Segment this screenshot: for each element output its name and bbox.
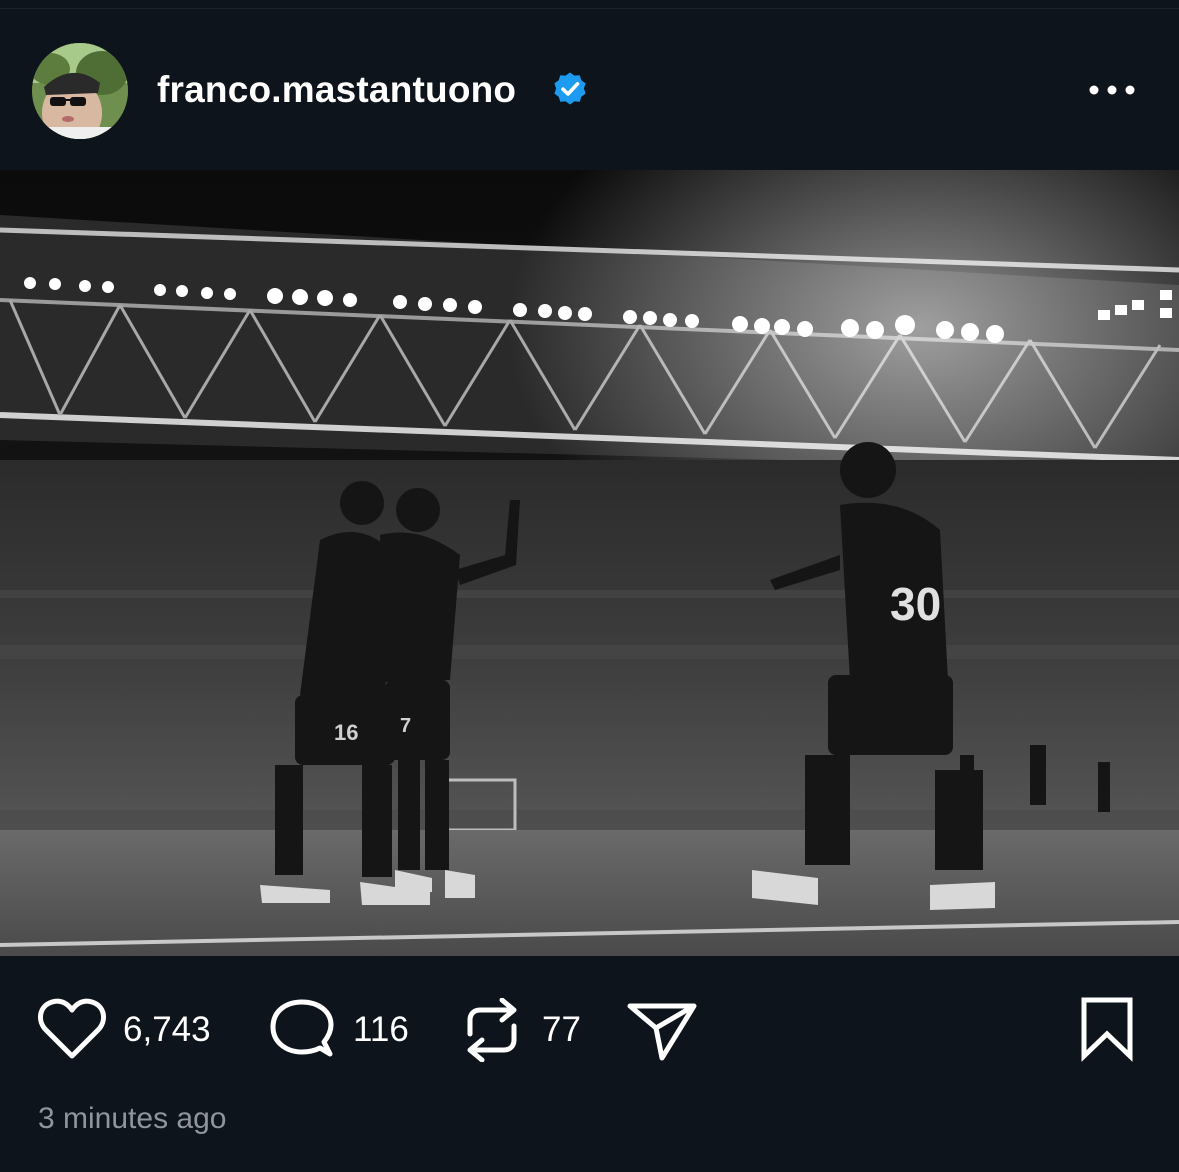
jersey-number-7: 7 (400, 715, 411, 737)
jersey-number-30: 30 (890, 578, 941, 630)
post-photo[interactable]: 16 7 30 (0, 170, 1179, 956)
verified-badge-icon (554, 72, 586, 105)
post-header: franco.mastantuono (0, 0, 1179, 170)
post-timestamp: 3 minutes ago (38, 1102, 227, 1135)
repost-icon[interactable] (462, 998, 522, 1062)
repost-count: 77 (542, 1010, 581, 1049)
comment-count: 116 (353, 1010, 409, 1049)
comment-icon[interactable] (268, 998, 336, 1062)
jersey-number-16: 16 (334, 720, 358, 745)
username[interactable]: franco.mastantuono (157, 66, 516, 114)
like-count: 6,743 (123, 1010, 211, 1049)
heart-icon[interactable] (36, 996, 108, 1062)
share-icon[interactable] (626, 998, 698, 1062)
action-bar: 6,743 116 77 (0, 990, 1179, 1070)
stadium-celebration-image: 16 7 30 (0, 170, 1179, 956)
more-options-icon[interactable] (1084, 72, 1140, 108)
avatar[interactable] (32, 43, 128, 139)
bookmark-icon[interactable] (1078, 996, 1136, 1062)
